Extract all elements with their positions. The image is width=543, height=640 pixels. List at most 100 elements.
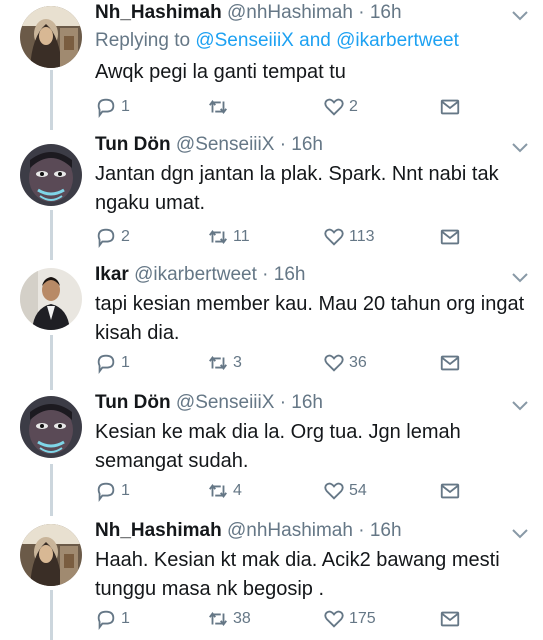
display-name[interactable]: Tun Dön [95, 134, 171, 155]
heart-icon [324, 610, 344, 628]
display-name[interactable]: Nh_Hashimah [95, 520, 222, 541]
reply-icon [97, 610, 115, 630]
tweet[interactable]: Nh_Hashimah @nhHashimah · 16h Replying t… [0, 0, 543, 130]
like-button[interactable]: 54 [323, 478, 367, 504]
reply-prefix: Replying to [95, 30, 191, 51]
avatar[interactable] [20, 144, 82, 206]
dm-button[interactable] [439, 478, 465, 504]
retweet-button[interactable]: 3 [207, 350, 242, 376]
user-handle[interactable]: @nhHashimah [227, 2, 353, 23]
retweet-button[interactable] [207, 94, 233, 120]
display-name[interactable]: Nh_Hashimah [95, 2, 222, 23]
chevron-down-icon[interactable] [511, 142, 529, 154]
timestamp[interactable]: 16h [291, 134, 323, 155]
tweet-header: Nh_Hashimah @nhHashimah · 16h [95, 2, 402, 24]
reply-button[interactable]: 2 [95, 224, 130, 250]
avatar[interactable] [20, 524, 82, 586]
envelope-icon [440, 611, 460, 627]
chevron-down-icon[interactable] [511, 272, 529, 284]
tweet-text: Jantan dgn jantan la plak. Spark. Nnt na… [95, 163, 499, 214]
separator: · [358, 520, 365, 541]
reply-count: 1 [121, 354, 130, 371]
user-handle[interactable]: @SenseiiiX [176, 392, 275, 413]
user-handle[interactable]: @nhHashimah [227, 520, 353, 541]
reply-user-link[interactable]: @ikarbertweet [336, 30, 459, 51]
separator: · [279, 392, 287, 413]
reply-button[interactable]: 1 [95, 94, 130, 120]
reply-button[interactable]: 1 [95, 350, 130, 376]
reply-button[interactable]: 1 [95, 606, 130, 632]
like-button[interactable]: 175 [323, 606, 376, 632]
retweet-icon [209, 611, 227, 627]
heart-icon [324, 98, 344, 116]
separator: · [279, 134, 287, 155]
retweet-icon [209, 99, 227, 115]
like-button[interactable]: 2 [323, 94, 358, 120]
like-button[interactable]: 113 [323, 224, 375, 250]
timestamp[interactable]: 16h [274, 264, 306, 285]
display-name[interactable]: Ikar [95, 264, 129, 285]
woman-hijab-avatar-icon [20, 6, 82, 68]
tweet[interactable]: Tun Dön @SenseiiiX · 16h Jantan dgn jant… [0, 130, 543, 260]
retweet-button[interactable]: 4 [207, 478, 242, 504]
tweet[interactable]: Tun Dön @SenseiiiX · 16h Kesian ke mak d… [0, 388, 543, 516]
chevron-down-icon[interactable] [511, 528, 529, 540]
tweet-text: Haah. Kesian kt mak dia. Acik2 bawang me… [95, 549, 500, 600]
tweet-header: Ikar @ikarbertweet · 16h [95, 264, 305, 286]
heart-icon [324, 482, 344, 500]
separator: · [358, 2, 365, 23]
dm-button[interactable] [439, 606, 465, 632]
tweet[interactable]: Nh_Hashimah @nhHashimah · 16h Haah. Kesi… [0, 516, 543, 640]
heart-icon [324, 354, 344, 372]
dm-button[interactable] [439, 224, 465, 250]
user-handle[interactable]: @SenseiiiX [176, 134, 275, 155]
like-count: 54 [349, 482, 367, 499]
avatar[interactable] [20, 268, 82, 330]
retweet-count: 38 [233, 610, 251, 627]
separator: · [262, 264, 269, 285]
reply-count: 1 [121, 98, 130, 115]
like-count: 113 [349, 228, 375, 245]
retweet-button[interactable]: 11 [207, 224, 250, 250]
reply-icon [97, 354, 115, 374]
heart-icon [324, 228, 344, 246]
retweet-button[interactable]: 38 [207, 606, 251, 632]
like-count: 36 [349, 354, 367, 371]
reply-icon [97, 228, 115, 248]
timestamp[interactable]: 16h [291, 392, 323, 413]
tweet-text: tapi kesian member kau. Mau 20 tahun org… [95, 293, 525, 344]
envelope-icon [440, 355, 460, 371]
timestamp[interactable]: 16h [370, 520, 402, 541]
reply-and: and [299, 30, 331, 51]
painted-face-avatar-icon [20, 144, 82, 206]
dm-button[interactable] [439, 350, 465, 376]
like-button[interactable]: 36 [323, 350, 367, 376]
envelope-icon [440, 483, 460, 499]
chevron-down-icon[interactable] [511, 10, 529, 22]
tweet-text: Awqk pegi la ganti tempat tu [95, 61, 346, 83]
timestamp[interactable]: 16h [370, 2, 402, 23]
avatar[interactable] [20, 6, 82, 68]
chevron-down-icon[interactable] [511, 400, 529, 412]
reply-count: 1 [121, 610, 130, 627]
retweet-count: 11 [233, 228, 250, 245]
retweet-icon [209, 229, 227, 245]
avatar[interactable] [20, 396, 82, 458]
envelope-icon [440, 99, 460, 115]
retweet-count: 3 [233, 354, 242, 371]
reply-user-link[interactable]: @SenseiiiX [195, 30, 294, 51]
tweet-header: Tun Dön @SenseiiiX · 16h [95, 134, 323, 156]
man-suit-avatar-icon [20, 268, 82, 330]
dm-button[interactable] [439, 94, 465, 120]
retweet-count: 4 [233, 482, 242, 499]
user-handle[interactable]: @ikarbertweet [134, 264, 257, 285]
envelope-icon [440, 229, 460, 245]
reply-button[interactable]: 1 [95, 478, 130, 504]
reply-icon [97, 482, 115, 502]
tweet-header: Tun Dön @SenseiiiX · 16h [95, 392, 323, 414]
tweet[interactable]: Ikar @ikarbertweet · 16h tapi kesian mem… [0, 260, 543, 388]
painted-face-avatar-icon [20, 396, 82, 458]
tweet-text: Kesian ke mak dia la. Org tua. Jgn lemah… [95, 421, 461, 472]
retweet-icon [209, 355, 227, 371]
display-name[interactable]: Tun Dön [95, 392, 171, 413]
